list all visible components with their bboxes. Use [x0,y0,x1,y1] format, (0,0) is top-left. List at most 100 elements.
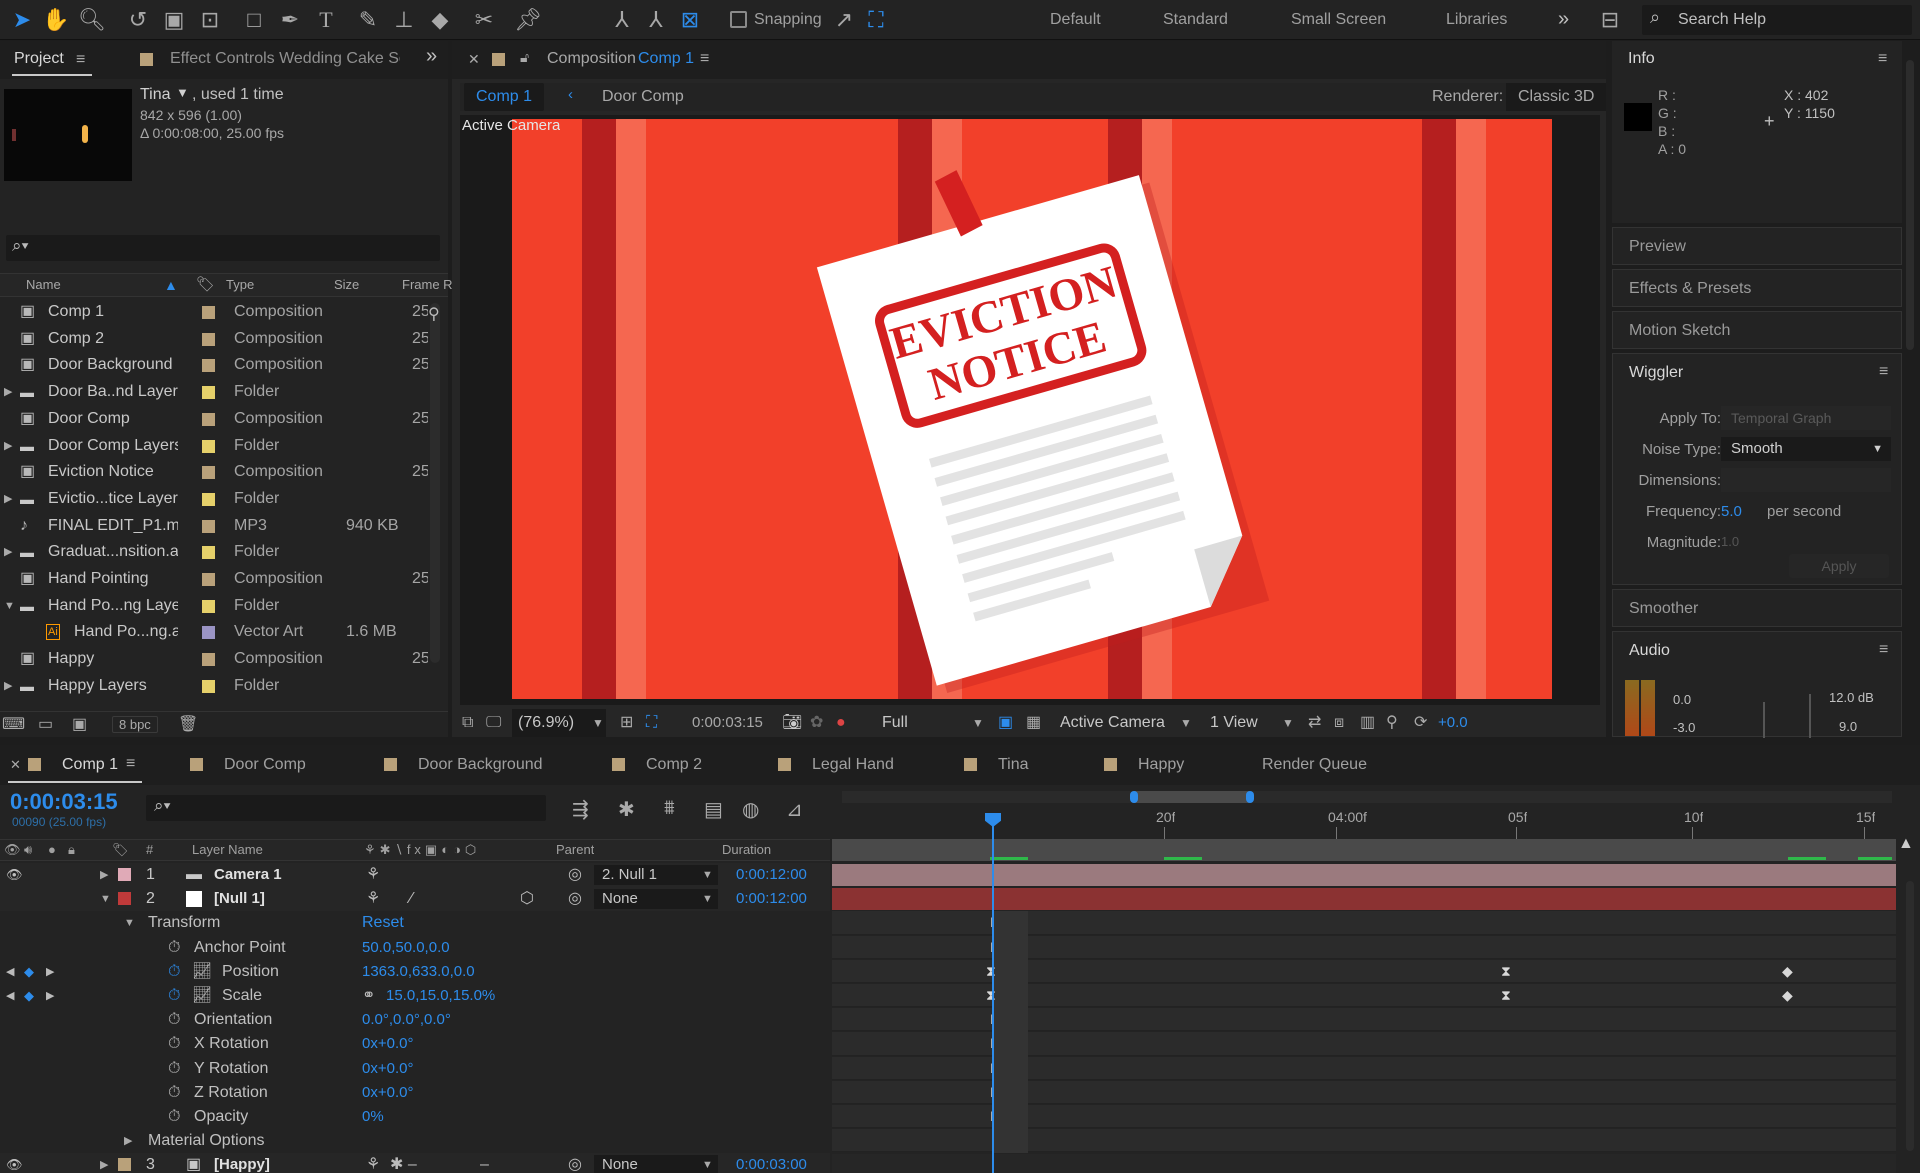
3d-draft-icon[interactable]: ⧈ [1334,709,1344,737]
project-item[interactable]: ♪ FINAL EDIT_P1.mp3 MP3 940 KB [0,513,428,540]
selection-tool-icon[interactable]: ➤ [4,0,40,40]
stopwatch-icon[interactable]: ⏱︎ [168,960,180,984]
timeline-row[interactable]: ⏱︎ Z Rotation 0x+0.0° [0,1081,830,1105]
workspace-libraries[interactable]: Libraries [1446,0,1507,40]
current-time-display[interactable]: 0:00:03:15 [692,709,763,737]
rotate-tool-icon[interactable]: ↺ [120,0,156,40]
lock-icon[interactable]: 🔓︎ [520,49,529,66]
layer-name[interactable]: Camera 1 [214,863,282,887]
apply-button[interactable]: Apply [1789,554,1889,578]
project-item[interactable]: ▣ Hand Pointing Composition 25 [0,566,428,593]
hamburger-menu-icon[interactable]: ≡ [1878,50,1887,68]
camera-view-dropdown[interactable]: Active Camera [1054,709,1192,737]
current-time-indicator[interactable] [985,813,1001,1173]
time-navigator[interactable] [842,791,1892,803]
project-item[interactable]: ▣ Door Comp Composition 25 [0,406,428,433]
layer-name[interactable]: [Happy] [214,1153,270,1173]
magnitude-value[interactable]: 1.0 [1721,534,1739,549]
3d-layer-icon[interactable]: ⬡ [520,887,534,911]
pan-behind-tool-icon[interactable]: ⊡ [192,0,228,40]
keyframe-icon[interactable]: ◆ [24,984,34,1008]
trash-icon[interactable]: 🗑︎ [178,714,198,734]
motion-sketch-panel-header[interactable]: Motion Sketch [1612,311,1902,349]
keyframe-marker[interactable]: ◆ [1782,963,1793,980]
chevron-right-icon[interactable]: ▶ [124,1129,132,1153]
search-help-box[interactable]: ⌕ Search Help [1642,5,1912,35]
comp-tab-name[interactable]: Comp 1 [638,50,694,68]
layer-color-chip[interactable] [118,868,131,881]
layer-duration[interactable]: 0:00:03:00 [736,1153,807,1173]
next-keyframe-icon[interactable]: ▶ [46,960,54,984]
timeline-current-time[interactable]: 0:00:03:15 [10,789,118,815]
layer-name[interactable]: [Null 1] [214,887,265,911]
graph-icon[interactable]: 📈︎ [192,984,212,1008]
label-color-chip[interactable] [202,386,215,400]
views-dropdown[interactable]: 1 View [1204,709,1294,737]
column-type[interactable]: Type [226,274,254,296]
monitor-icon[interactable]: 🖵︎ [486,709,501,737]
new-composition-icon[interactable]: ▣ [72,714,87,734]
flowchart-icon[interactable]: ⚲ [428,304,440,324]
timeline-search-input[interactable]: ⌕▾ [146,795,546,821]
timeline-tab[interactable]: Tina [998,745,1029,785]
audio-slider-track[interactable] [1809,694,1811,738]
label-color-chip[interactable] [202,466,215,480]
fit-view-icon[interactable]: ⊞ [620,709,633,737]
work-area-start-handle[interactable] [1130,791,1138,803]
flowchart-icon[interactable]: ⚲ [1386,709,1398,737]
smoother-panel-header[interactable]: Smoother [1612,589,1902,627]
label-color-chip[interactable] [202,626,215,640]
interpret-footage-icon[interactable]: ⌨ [2,714,25,734]
project-item[interactable]: ▣ Legal Hand Composition 25 [0,700,428,704]
camera-tool-icon[interactable]: ▣ [156,0,192,40]
timeline-tab[interactable]: Happy [1138,745,1184,785]
stopwatch-icon[interactable]: ⏱︎ [168,1032,180,1056]
keyframe-icon[interactable]: ◆ [24,960,34,984]
eye-icon[interactable]: 👁︎ [4,840,21,860]
timeline-row[interactable]: ◀ ◆ ▶ ⏱︎ 📈︎ Position 1363.0,633.0,0.0 [0,960,830,984]
show-snapshot-icon[interactable]: ✿ [810,709,823,737]
timeline-tab[interactable]: Door Comp [224,745,306,785]
comp-tab-label[interactable]: Composition [547,50,636,68]
world-axis-icon[interactable]: ⅄ [638,0,674,40]
channel-icon[interactable]: ● [836,709,846,737]
frame-blending-icon[interactable]: ▤ [704,797,723,822]
panel-overflow-icon[interactable]: » [426,45,437,68]
close-tab-icon[interactable]: ✕ [10,757,21,773]
project-item[interactable]: Ai Hand Po...ng.ai Vector Art 1.6 MB [0,619,428,646]
keyframe-marker[interactable]: ⧗ [986,987,996,1004]
timeline-row[interactable]: ⏱︎ Anchor Point 50.0,50.0,0.0 [0,936,830,960]
constrain-proportions-icon[interactable]: ⚭ [362,984,375,1008]
timeline-tab[interactable]: Comp 1 [62,745,118,785]
label-color-chip[interactable] [202,439,215,453]
project-item[interactable]: ▣ Door Background Composition 25 [0,352,428,379]
stopwatch-icon[interactable]: ⏱︎ [168,1057,180,1081]
breadcrumb-active[interactable]: Comp 1 [464,83,545,111]
chevron-right-icon[interactable]: ▶ [4,539,12,566]
hamburger-menu-icon[interactable]: ≡ [700,50,709,68]
quality-switch-icon[interactable]: ∕ [410,887,413,911]
project-item[interactable]: ▶ ▬ Door Ba..nd Layers Folder [0,379,428,406]
stopwatch-icon[interactable]: ⏱︎ [168,984,180,1008]
layer-color-chip[interactable] [118,892,131,906]
noise-type-dropdown[interactable]: Smooth ▼ [1721,437,1891,461]
next-keyframe-icon[interactable]: ▶ [46,984,54,1008]
view-axis-icon[interactable]: ⊠ [672,0,708,40]
lock-icon[interactable]: 🔒︎ [68,840,75,860]
timeline-row[interactable]: ⏱︎ Orientation 0.0°,0.0°,0.0° [0,1008,830,1032]
hamburger-menu-icon[interactable]: ≡ [126,755,135,773]
column-size[interactable]: Size [334,274,359,296]
workspace-default[interactable]: Default [1050,0,1101,40]
label-color-chip[interactable] [202,359,215,373]
column-parent[interactable]: Parent [556,840,594,860]
zoom-slider-icon[interactable]: ▲ [1898,835,1914,853]
chevron-down-icon[interactable]: ▼ [124,911,135,935]
hamburger-menu-icon[interactable]: ≡ [1879,363,1888,381]
snap-edges-icon[interactable]: ↗ [826,0,862,40]
stopwatch-icon[interactable]: ⏱︎ [168,1081,180,1105]
property-value[interactable]: 0.0°,0.0°,0.0° [362,1008,451,1032]
fast-preview-icon[interactable]: ▣ [998,709,1013,737]
label-color-chip[interactable] [202,492,215,506]
timeline-row[interactable]: ⏱︎ Y Rotation 0x+0.0° [0,1057,830,1081]
property-value[interactable]: 0% [362,1105,384,1129]
